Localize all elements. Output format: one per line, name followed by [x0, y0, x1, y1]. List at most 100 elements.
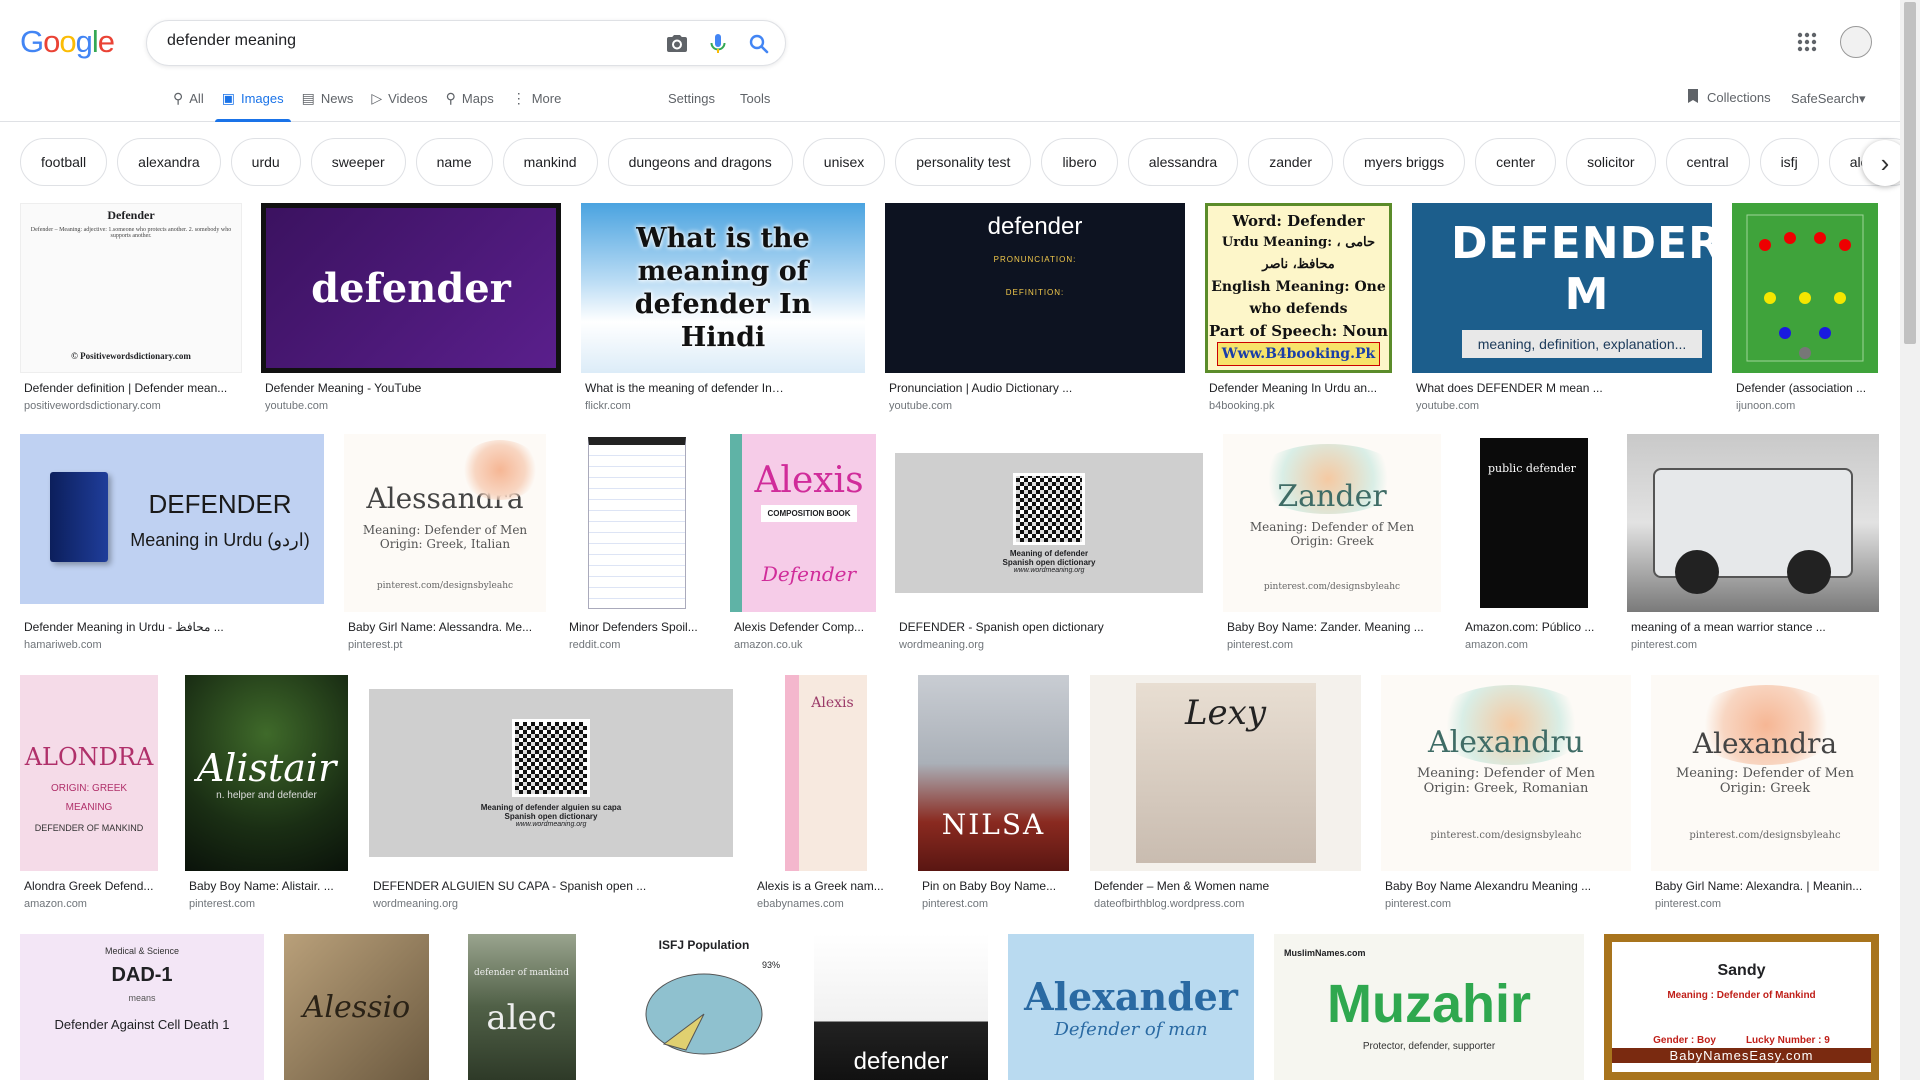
image-result[interactable]: Alessandra Meaning: Defender of Men Orig… — [344, 434, 546, 656]
image-result[interactable]: Word: Defender Urdu Meaning: حامی ، محاف… — [1205, 203, 1392, 413]
result-thumbnail — [565, 434, 709, 612]
image-icon: ▣ — [221, 90, 235, 106]
result-source: amazon.co.uk — [734, 639, 803, 651]
chip[interactable]: solicitor — [1566, 138, 1656, 186]
google-logo[interactable]: Google — [20, 24, 115, 60]
result-title: Pronunciation | Audio Dictionary ... — [889, 381, 1073, 395]
image-result[interactable]: Lexy Defender – Men & Women name dateofb… — [1090, 675, 1361, 917]
chip[interactable]: myers briggs — [1343, 138, 1466, 186]
result-thumbnail: defender — [261, 203, 561, 373]
result-thumbnail: Alessio — [284, 934, 429, 1080]
tab-more[interactable]: ⋮ More — [503, 88, 571, 122]
chip[interactable]: name — [415, 138, 493, 186]
image-result[interactable]: Alexandru Meaning: Defender of Men Origi… — [1381, 675, 1631, 917]
result-title: Pin on Baby Boy Name... — [922, 879, 1057, 893]
chip[interactable]: isfj — [1759, 138, 1819, 186]
settings-link[interactable]: Settings — [668, 91, 715, 106]
chip[interactable]: sweeper — [310, 138, 406, 186]
image-result[interactable]: Alistair n. helper and defender Baby Boy… — [185, 675, 348, 917]
tab-maps[interactable]: ⚲ Maps — [437, 88, 503, 122]
image-result[interactable]: MuslimNames.com Muzahir Protector, defen… — [1274, 934, 1584, 1080]
image-result[interactable]: What is the meaning of defender In Hindi… — [581, 203, 865, 413]
chip[interactable]: urdu — [230, 138, 301, 186]
image-result[interactable]: Alessio — [284, 934, 429, 1080]
chip[interactable]: zander — [1248, 138, 1333, 186]
chip[interactable]: alessandra — [1127, 138, 1239, 186]
search-input[interactable] — [167, 32, 647, 50]
image-result[interactable]: defender Defender Meaning - YouTube yout… — [261, 203, 561, 413]
result-source: youtube.com — [265, 400, 328, 412]
search-tabs: ⚲ All ▣ Images ▤ News ▷ Videos ⚲ Maps ⋮ More — [164, 88, 570, 122]
result-thumbnail: Alexis COMPOSITION BOOK Defender — [730, 434, 876, 612]
image-result[interactable]: DEFENDER Meaning in Urdu (اردو) Defender… — [20, 434, 324, 656]
image-result[interactable]: Alexis COMPOSITION BOOK Defender Alexis … — [730, 434, 876, 656]
flower-decoration — [460, 440, 540, 500]
result-title: Defender – Men & Women name — [1094, 879, 1270, 893]
tab-news[interactable]: ▤ News — [293, 88, 363, 122]
result-title: DEFENDER - Spanish open dictionary — [899, 620, 1104, 634]
result-thumbnail: defender — [814, 934, 988, 1080]
image-result[interactable]: Alexander Defender of man — [1008, 934, 1254, 1080]
apps-grid-icon[interactable] — [1797, 32, 1817, 52]
image-result[interactable]: DEFENDER M meaning, definition, explanat… — [1412, 203, 1712, 413]
chip[interactable]: center — [1475, 138, 1557, 186]
collections-link[interactable]: Collections — [1686, 88, 1771, 107]
vehicle-graphic — [1653, 468, 1853, 594]
vertical-scrollbar[interactable] — [1900, 0, 1920, 1080]
result-thumbnail: Meaning of defender alguien su capa Span… — [369, 675, 733, 871]
image-result[interactable]: Defender Defender – Meaning: adjective: … — [20, 203, 242, 413]
tab-all[interactable]: ⚲ All — [164, 88, 213, 122]
chip[interactable]: dungeons and dragons — [607, 138, 793, 186]
image-result[interactable]: public defender Amazon.com: Público ... … — [1461, 434, 1607, 656]
chip[interactable]: libero — [1041, 138, 1118, 186]
chip[interactable]: alexandra — [117, 138, 221, 186]
news-icon: ▤ — [301, 90, 315, 106]
result-thumbnail: ISFJ Population 93% — [614, 934, 794, 1080]
image-result[interactable]: defender — [814, 934, 988, 1080]
tab-videos[interactable]: ▷ Videos — [362, 88, 436, 122]
chip[interactable]: unisex — [802, 138, 886, 186]
image-result[interactable]: Alexis Alexis is a Greek nam... ebabynam… — [753, 675, 898, 917]
book-icon — [50, 472, 108, 562]
image-result[interactable]: Minor Defenders Spoil... reddit.com — [565, 434, 709, 656]
image-result[interactable]: NILSA Pin on Baby Boy Name... pinterest.… — [918, 675, 1069, 917]
image-result[interactable]: ALONDRA ORIGIN: GREEK MEANING DEFENDER O… — [20, 675, 158, 917]
image-result[interactable]: Alexandra Meaning: Defender of Men Origi… — [1651, 675, 1879, 917]
chip[interactable]: central — [1665, 138, 1750, 186]
image-result[interactable]: Zander Meaning: Defender of Men Origin: … — [1223, 434, 1441, 656]
camera-icon[interactable] — [665, 32, 689, 56]
image-result[interactable]: Defender (association ... ijunoon.com — [1732, 203, 1878, 413]
image-result[interactable]: defender PRONUNCIATION: DEFINITION: Pron… — [885, 203, 1185, 413]
scrollbar-thumb[interactable] — [1904, 2, 1916, 344]
image-result[interactable]: ISFJ Population 93% — [614, 934, 794, 1080]
result-source: hamariweb.com — [24, 639, 102, 651]
tab-images[interactable]: ▣ Images — [213, 88, 293, 122]
image-result[interactable]: Sandy Meaning : Defender of Mankind Gend… — [1604, 934, 1879, 1080]
result-title: Baby Boy Name Alexandru Meaning ... — [1385, 879, 1592, 893]
image-result[interactable]: Meaning of defender alguien su capa Span… — [369, 675, 733, 917]
image-result[interactable]: Meaning of defender Spanish open diction… — [895, 434, 1203, 656]
result-thumbnail: public defender — [1461, 434, 1607, 612]
chip[interactable]: football — [20, 138, 108, 186]
formation-diagram — [1746, 214, 1864, 362]
microphone-icon[interactable] — [706, 32, 730, 56]
result-source: pinterest.com — [922, 898, 989, 910]
search-box — [146, 20, 786, 66]
image-result[interactable]: meaning of a mean warrior stance ... pin… — [1627, 434, 1879, 656]
result-thumbnail: DEFENDER Meaning in Urdu (اردو) — [20, 434, 324, 604]
image-result[interactable]: Medical & Science DAD-1 means Defender A… — [20, 934, 264, 1080]
result-thumbnail: Medical & Science DAD-1 means Defender A… — [20, 934, 264, 1080]
tools-link[interactable]: Tools — [740, 91, 770, 106]
result-thumbnail: What is the meaning of defender In Hindi — [581, 203, 865, 373]
result-title: Alondra Greek Defend... — [24, 879, 154, 893]
safesearch-dropdown[interactable]: SafeSearch▾ — [1791, 91, 1865, 107]
account-avatar[interactable] — [1840, 26, 1872, 58]
result-thumbnail: Alexandra Meaning: Defender of Men Origi… — [1651, 675, 1879, 871]
result-thumbnail: Alexis — [753, 675, 898, 871]
pie-chart-graphic — [645, 973, 763, 1055]
chip[interactable]: mankind — [502, 138, 598, 186]
chip[interactable]: personality test — [895, 138, 1032, 186]
image-result[interactable]: defender of mankind alec — [449, 934, 594, 1080]
search-icon[interactable] — [747, 32, 771, 56]
result-title: Defender Meaning in Urdu - محافظ ... — [24, 620, 224, 634]
